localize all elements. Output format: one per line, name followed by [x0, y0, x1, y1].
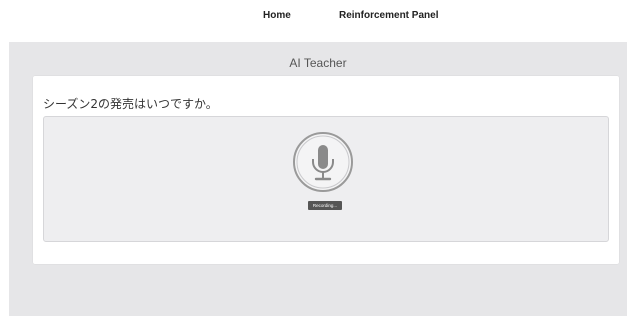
question-text: シーズン2の発売はいつですか。	[43, 97, 218, 111]
microphone-button[interactable]	[292, 131, 354, 193]
nav-home-link[interactable]: Home	[263, 10, 291, 21]
top-navigation: Home Reinforcement Panel	[0, 0, 636, 38]
ai-teacher-app: AI Teacher シーズン2の発売はいつですか。 Recording...	[9, 42, 627, 316]
nav-reinforcement-panel-link[interactable]: Reinforcement Panel	[339, 10, 438, 21]
recording-status-badge: Recording...	[308, 201, 342, 210]
app-title: AI Teacher	[289, 56, 347, 70]
recording-panel: Recording...	[43, 116, 609, 242]
question-card: シーズン2の発売はいつですか。 Recording...	[33, 76, 619, 264]
microphone-icon	[293, 132, 353, 192]
